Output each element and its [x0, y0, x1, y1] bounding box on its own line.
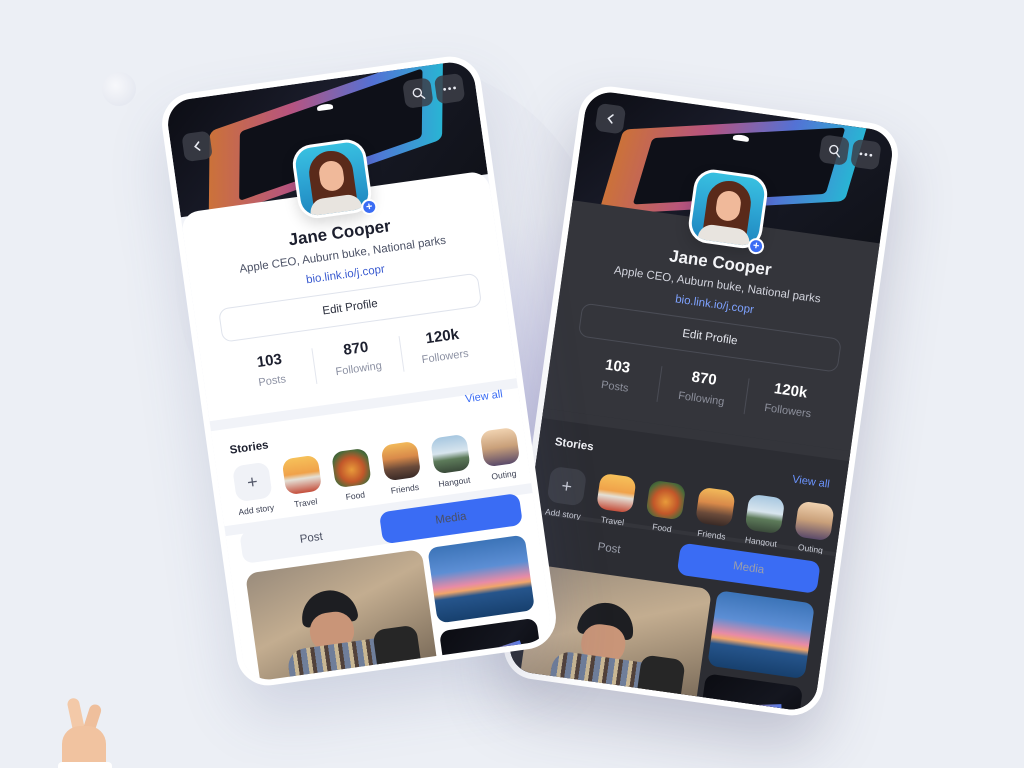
background-dot — [102, 72, 136, 106]
media-photo-hiker[interactable] — [245, 549, 440, 690]
photo-backpack — [634, 654, 686, 716]
hand-sleeve — [58, 762, 112, 768]
story-label: Food — [345, 489, 366, 503]
story-hangout[interactable]: Hangout — [428, 433, 475, 489]
stories-title: Stories — [554, 436, 595, 454]
back-button[interactable] — [181, 130, 213, 163]
story-friends[interactable]: Friends — [691, 486, 738, 542]
story-label: Travel — [293, 496, 319, 510]
search-icon — [828, 144, 840, 158]
story-label: Friends — [390, 481, 420, 496]
peace-hand-icon — [58, 696, 118, 768]
media-photo-sunset[interactable] — [427, 534, 535, 624]
story-thumbnail — [281, 454, 323, 496]
search-icon — [412, 87, 425, 99]
story-hangout[interactable]: Hangout — [740, 493, 787, 549]
search-button[interactable] — [818, 134, 851, 166]
story-thumbnail — [794, 500, 835, 542]
story-label: Hangout — [437, 474, 471, 489]
story-thumbnail — [430, 433, 471, 475]
media-photo-sunset[interactable] — [707, 590, 815, 680]
story-add[interactable]: + Add story — [542, 465, 589, 522]
story-friends[interactable]: Friends — [379, 440, 426, 496]
story-travel[interactable]: Travel — [592, 472, 639, 529]
search-button[interactable] — [402, 77, 434, 109]
story-outing[interactable]: Outing — [790, 500, 837, 556]
more-button[interactable] — [433, 72, 466, 105]
stories-title: Stories — [229, 439, 270, 457]
story-label: Add story — [237, 502, 275, 518]
avatar[interactable]: + — [290, 137, 379, 221]
view-all-link[interactable]: View all — [791, 474, 830, 491]
add-story-icon: + — [546, 465, 588, 507]
avatar-photo — [689, 170, 767, 248]
story-label: Outing — [490, 468, 517, 482]
avatar-photo — [293, 140, 371, 218]
story-thumbnail — [331, 447, 372, 489]
story-food[interactable]: Food — [641, 479, 688, 535]
story-thumbnail — [380, 440, 422, 482]
photo-backpack — [372, 624, 424, 687]
story-thumbnail — [695, 486, 736, 528]
story-thumbnail — [645, 479, 687, 521]
back-button[interactable] — [594, 102, 627, 135]
story-thumbnail — [596, 472, 637, 514]
story-travel[interactable]: Travel — [280, 454, 327, 510]
view-all-link[interactable]: View all — [464, 388, 503, 405]
chevron-left-icon — [607, 114, 614, 124]
more-icon — [443, 86, 456, 91]
more-icon — [859, 152, 873, 157]
story-thumbnail — [744, 493, 786, 535]
avatar[interactable]: + — [686, 167, 770, 256]
story-food[interactable]: Food — [329, 447, 376, 503]
chevron-left-icon — [194, 141, 201, 151]
media-photo-laptop[interactable] — [699, 673, 804, 720]
story-outing[interactable]: Outing — [478, 426, 525, 483]
add-story-icon: + — [232, 461, 273, 503]
story-thumbnail — [479, 426, 521, 468]
story-add[interactable]: + Add story — [230, 461, 277, 517]
more-button[interactable] — [850, 138, 882, 171]
